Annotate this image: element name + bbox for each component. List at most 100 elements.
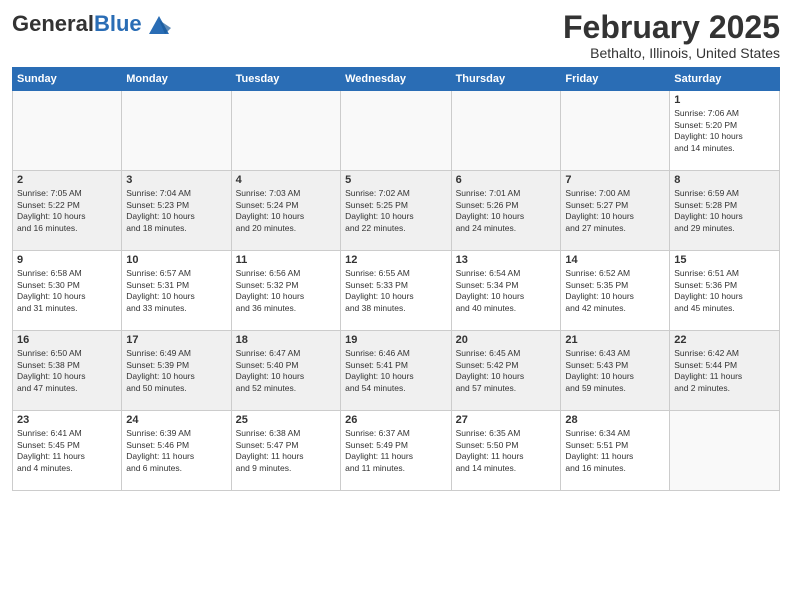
col-wednesday: Wednesday xyxy=(341,68,451,91)
table-row: 7Sunrise: 7:00 AM Sunset: 5:27 PM Daylig… xyxy=(561,171,670,251)
day-info: Sunrise: 6:59 AM Sunset: 5:28 PM Dayligh… xyxy=(674,188,775,234)
table-row: 11Sunrise: 6:56 AM Sunset: 5:32 PM Dayli… xyxy=(231,251,340,331)
day-info: Sunrise: 6:35 AM Sunset: 5:50 PM Dayligh… xyxy=(456,428,557,474)
logo: GeneralBlue xyxy=(12,10,173,38)
table-row xyxy=(231,91,340,171)
day-info: Sunrise: 7:05 AM Sunset: 5:22 PM Dayligh… xyxy=(17,188,117,234)
table-row: 28 Sunrise: 6:34 AM Sunset: 5:51 PM Dayli… xyxy=(561,411,670,491)
day-info: Sunrise: 6:49 AM Sunset: 5:39 PM Dayligh… xyxy=(126,348,226,394)
table-row xyxy=(341,91,451,171)
day-number: 4 xyxy=(236,174,336,186)
table-row: 18Sunrise: 6:47 AM Sunset: 5:40 PM Dayli… xyxy=(231,331,340,411)
day-info: Sunrise: 6:37 AM Sunset: 5:49 PM Dayligh… xyxy=(345,428,446,474)
table-row: 8 Sunrise: 6:59 AM Sunset: 5:28 PM Daylig… xyxy=(670,171,780,251)
table-row: 3 Sunrise: 7:04 AM Sunset: 5:23 PM Daylig… xyxy=(122,171,231,251)
day-number: 17 xyxy=(126,334,226,346)
day-number: 13 xyxy=(456,254,557,266)
table-row: 22 Sunrise: 6:42 AM Sunset: 5:44 PM Dayli… xyxy=(670,331,780,411)
table-row: 4Sunrise: 7:03 AM Sunset: 5:24 PM Daylig… xyxy=(231,171,340,251)
day-info: Sunrise: 6:52 AM Sunset: 5:35 PM Dayligh… xyxy=(565,268,665,314)
day-number: 7 xyxy=(565,174,665,186)
col-monday: Monday xyxy=(122,68,231,91)
day-number: 15 xyxy=(674,254,775,266)
table-row: 23 Sunrise: 6:41 AM Sunset: 5:45 PM Dayli… xyxy=(13,411,122,491)
day-number: 8 xyxy=(674,174,775,186)
day-info: Sunrise: 6:55 AM Sunset: 5:33 PM Dayligh… xyxy=(345,268,446,314)
table-row: 15 Sunrise: 6:51 AM Sunset: 5:36 PM Dayli… xyxy=(670,251,780,331)
day-info: Sunrise: 6:56 AM Sunset: 5:32 PM Dayligh… xyxy=(236,268,336,314)
calendar-header-row: Sunday Monday Tuesday Wednesday Thursday… xyxy=(13,68,780,91)
day-info: Sunrise: 6:57 AM Sunset: 5:31 PM Dayligh… xyxy=(126,268,226,314)
day-info: Sunrise: 6:46 AM Sunset: 5:41 PM Dayligh… xyxy=(345,348,446,394)
table-row: 10 Sunrise: 6:57 AM Sunset: 5:31 PM Dayli… xyxy=(122,251,231,331)
day-info: Sunrise: 6:50 AM Sunset: 5:38 PM Dayligh… xyxy=(17,348,117,394)
table-row xyxy=(451,91,561,171)
col-tuesday: Tuesday xyxy=(231,68,340,91)
calendar-week-row: 1 Sunrise: 7:06 AM Sunset: 5:20 PM Daylig… xyxy=(13,91,780,171)
calendar-week-row: 23 Sunrise: 6:41 AM Sunset: 5:45 PM Dayli… xyxy=(13,411,780,491)
day-number: 1 xyxy=(674,94,775,106)
day-number: 26 xyxy=(345,414,446,426)
day-info: Sunrise: 7:01 AM Sunset: 5:26 PM Dayligh… xyxy=(456,188,557,234)
day-number: 6 xyxy=(456,174,557,186)
table-row: 14 Sunrise: 6:52 AM Sunset: 5:35 PM Dayli… xyxy=(561,251,670,331)
day-number: 3 xyxy=(126,174,226,186)
table-row: 16 Sunrise: 6:50 AM Sunset: 5:38 PM Dayli… xyxy=(13,331,122,411)
title-block: February 2025 Bethalto, Illinois, United… xyxy=(563,10,780,61)
month-title: February 2025 xyxy=(563,10,780,45)
day-number: 16 xyxy=(17,334,117,346)
table-row: 5Sunrise: 7:02 AM Sunset: 5:25 PM Daylig… xyxy=(341,171,451,251)
day-info: Sunrise: 6:39 AM Sunset: 5:46 PM Dayligh… xyxy=(126,428,226,474)
col-sunday: Sunday xyxy=(13,68,122,91)
day-info: Sunrise: 6:54 AM Sunset: 5:34 PM Dayligh… xyxy=(456,268,557,314)
table-row: 24Sunrise: 6:39 AM Sunset: 5:46 PM Dayli… xyxy=(122,411,231,491)
day-info: Sunrise: 6:43 AM Sunset: 5:43 PM Dayligh… xyxy=(565,348,665,394)
day-info: Sunrise: 6:58 AM Sunset: 5:30 PM Dayligh… xyxy=(17,268,117,314)
calendar-table: Sunday Monday Tuesday Wednesday Thursday… xyxy=(12,67,780,491)
day-number: 2 xyxy=(17,174,117,186)
table-row: 27 Sunrise: 6:35 AM Sunset: 5:50 PM Dayli… xyxy=(451,411,561,491)
day-number: 12 xyxy=(345,254,446,266)
table-row xyxy=(670,411,780,491)
table-row: 25 Sunrise: 6:38 AM Sunset: 5:47 PM Dayli… xyxy=(231,411,340,491)
day-number: 27 xyxy=(456,414,557,426)
table-row: 20Sunrise: 6:45 AM Sunset: 5:42 PM Dayli… xyxy=(451,331,561,411)
col-saturday: Saturday xyxy=(670,68,780,91)
page-container: GeneralBlue February 2025 Bethalto, Illi… xyxy=(0,0,792,499)
day-info: Sunrise: 6:42 AM Sunset: 5:44 PM Dayligh… xyxy=(674,348,775,394)
day-info: Sunrise: 6:38 AM Sunset: 5:47 PM Dayligh… xyxy=(236,428,336,474)
table-row xyxy=(561,91,670,171)
logo-general-text: GeneralBlue xyxy=(12,12,142,36)
day-number: 19 xyxy=(345,334,446,346)
day-info: Sunrise: 7:06 AM Sunset: 5:20 PM Dayligh… xyxy=(674,108,775,154)
table-row: 9 Sunrise: 6:58 AM Sunset: 5:30 PM Daylig… xyxy=(13,251,122,331)
day-number: 25 xyxy=(236,414,336,426)
day-number: 9 xyxy=(17,254,117,266)
table-row: 21 Sunrise: 6:43 AM Sunset: 5:43 PM Dayli… xyxy=(561,331,670,411)
col-thursday: Thursday xyxy=(451,68,561,91)
day-number: 14 xyxy=(565,254,665,266)
day-info: Sunrise: 6:51 AM Sunset: 5:36 PM Dayligh… xyxy=(674,268,775,314)
table-row: 19 Sunrise: 6:46 AM Sunset: 5:41 PM Dayli… xyxy=(341,331,451,411)
table-row: 6 Sunrise: 7:01 AM Sunset: 5:26 PM Daylig… xyxy=(451,171,561,251)
table-row: 12 Sunrise: 6:55 AM Sunset: 5:33 PM Dayli… xyxy=(341,251,451,331)
table-row: 2 Sunrise: 7:05 AM Sunset: 5:22 PM Daylig… xyxy=(13,171,122,251)
location: Bethalto, Illinois, United States xyxy=(563,45,780,61)
table-row: 17 Sunrise: 6:49 AM Sunset: 5:39 PM Dayli… xyxy=(122,331,231,411)
day-info: Sunrise: 6:47 AM Sunset: 5:40 PM Dayligh… xyxy=(236,348,336,394)
day-number: 28 xyxy=(565,414,665,426)
day-number: 22 xyxy=(674,334,775,346)
day-info: Sunrise: 6:41 AM Sunset: 5:45 PM Dayligh… xyxy=(17,428,117,474)
table-row: 13 Sunrise: 6:54 AM Sunset: 5:34 PM Dayli… xyxy=(451,251,561,331)
day-number: 23 xyxy=(17,414,117,426)
day-info: Sunrise: 7:04 AM Sunset: 5:23 PM Dayligh… xyxy=(126,188,226,234)
table-row xyxy=(122,91,231,171)
logo-icon xyxy=(145,10,173,38)
day-number: 10 xyxy=(126,254,226,266)
table-row: 1 Sunrise: 7:06 AM Sunset: 5:20 PM Daylig… xyxy=(670,91,780,171)
header: GeneralBlue February 2025 Bethalto, Illi… xyxy=(12,10,780,61)
calendar-week-row: 16 Sunrise: 6:50 AM Sunset: 5:38 PM Dayli… xyxy=(13,331,780,411)
day-info: Sunrise: 6:34 AM Sunset: 5:51 PM Dayligh… xyxy=(565,428,665,474)
day-number: 5 xyxy=(345,174,446,186)
day-number: 21 xyxy=(565,334,665,346)
